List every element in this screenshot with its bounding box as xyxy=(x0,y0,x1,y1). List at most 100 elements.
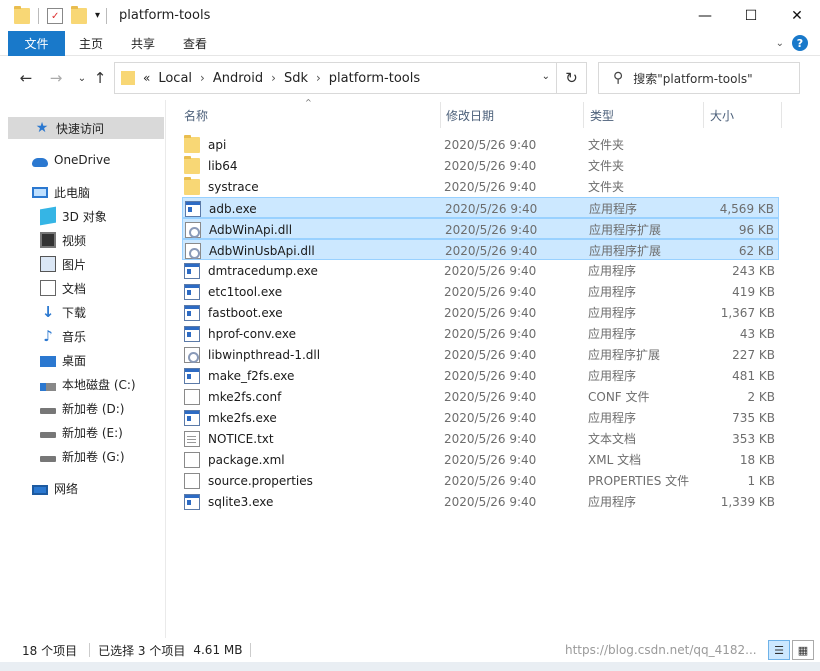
file-name: dmtracedump.exe xyxy=(208,263,318,278)
folder-icon xyxy=(184,134,200,153)
file-type: 应用程序 xyxy=(588,327,637,341)
file-row[interactable]: AdbWinUsbApi.dll 2020/5/26 9:40 应用程序扩展 62 K… xyxy=(182,239,779,260)
file-modified-date: 2020/5/26 9:40 xyxy=(444,179,537,194)
file-row[interactable]: api 2020/5/26 9:40 文件夹 xyxy=(182,134,779,155)
column-divider[interactable] xyxy=(583,102,584,128)
tab-file[interactable]: 文件 xyxy=(8,30,65,56)
file-row[interactable]: etc1tool.exe 2020/5/26 9:40 应用程序 419 KB xyxy=(182,281,779,302)
properties-icon[interactable]: ✓ xyxy=(47,7,63,24)
file-row[interactable]: mke2fs.conf 2020/5/26 9:40 CONF 文件 2 KB xyxy=(182,386,779,407)
sidebar-item-quick-access[interactable]: ★ 快速访问 xyxy=(8,117,164,139)
minimize-button[interactable]: — xyxy=(682,0,728,31)
file-name: mke2fs.exe xyxy=(208,410,277,425)
dll-file-icon xyxy=(184,346,200,363)
file-row[interactable]: lib64 2020/5/26 9:40 文件夹 xyxy=(182,155,779,176)
file-row[interactable]: systrace 2020/5/26 9:40 文件夹 xyxy=(182,176,779,197)
file-name: mke2fs.conf xyxy=(208,389,282,404)
window-controls: — ☐ ✕ xyxy=(682,0,820,31)
sidebar-item-drive-c[interactable]: 本地磁盘 (C:) xyxy=(0,373,164,395)
file-name: lib64 xyxy=(208,158,238,173)
file-row[interactable]: NOTICE.txt 2020/5/26 9:40 文本文档 353 KB xyxy=(182,428,779,449)
file-row[interactable]: source.properties 2020/5/26 9:40 PROPERTIE… xyxy=(182,470,779,491)
forward-button[interactable]: → xyxy=(46,68,66,88)
breadcrumb-overflow[interactable]: « xyxy=(143,71,150,85)
column-divider[interactable] xyxy=(703,102,704,128)
breadcrumb-local[interactable]: Local xyxy=(158,71,192,86)
file-modified-date: 2020/5/26 9:40 xyxy=(445,201,538,216)
file-name-cell: lib64 xyxy=(184,155,238,176)
file-name: make_f2fs.exe xyxy=(208,368,295,383)
file-row[interactable]: dmtracedump.exe 2020/5/26 9:40 应用程序 243 KB xyxy=(182,260,779,281)
breadcrumb-sdk[interactable]: Sdk xyxy=(284,71,308,86)
file-row[interactable]: AdbWinApi.dll 2020/5/26 9:40 应用程序扩展 96 KB xyxy=(182,218,779,239)
file-row[interactable]: sqlite3.exe 2020/5/26 9:40 应用程序 1,339 KB xyxy=(182,491,779,512)
back-button[interactable]: ← xyxy=(16,68,36,88)
sidebar-item-label: 下载 xyxy=(62,305,87,320)
column-divider[interactable] xyxy=(781,102,782,128)
file-size: 18 KB xyxy=(739,452,775,467)
selection-size: 4.61 MB xyxy=(193,643,243,657)
computer-icon xyxy=(32,186,48,198)
refresh-button[interactable]: ↻ xyxy=(557,62,587,94)
file-row[interactable]: libwinpthread-1.dll 2020/5/26 9:40 应用程序扩展 2… xyxy=(182,344,779,365)
column-header-modified[interactable]: 修改日期 xyxy=(446,100,580,130)
file-row[interactable]: make_f2fs.exe 2020/5/26 9:40 应用程序 481 KB xyxy=(182,365,779,386)
breadcrumb-android[interactable]: Android xyxy=(213,71,263,86)
new-folder-icon[interactable] xyxy=(71,5,87,24)
sidebar-item-drive-d[interactable]: 新加卷 (D:) xyxy=(0,397,164,419)
file-row[interactable]: mke2fs.exe 2020/5/26 9:40 应用程序 735 KB xyxy=(182,407,779,428)
chevron-down-icon[interactable]: ⌄ xyxy=(776,38,784,49)
tab-view[interactable]: 查看 xyxy=(169,31,221,56)
up-button[interactable]: ↑ xyxy=(90,68,110,88)
file-name-cell: dmtracedump.exe xyxy=(184,260,318,281)
file-size: 227 KB xyxy=(732,347,775,362)
large-icons-view-button[interactable]: ▦ xyxy=(792,640,814,660)
sidebar-item-label: 新加卷 (D:) xyxy=(62,401,125,416)
sidebar-item-desktop[interactable]: 桌面 xyxy=(0,349,164,371)
sidebar-item-onedrive[interactable]: OneDrive xyxy=(0,149,164,171)
file-row[interactable]: package.xml 2020/5/26 9:40 XML 文档 18 KB xyxy=(182,449,779,470)
file-size: 62 KB xyxy=(738,243,774,258)
sidebar-item-downloads[interactable]: ↓ 下载 xyxy=(0,301,164,323)
column-divider[interactable] xyxy=(440,102,441,128)
sidebar-item-pictures[interactable]: 图片 xyxy=(0,253,164,275)
file-type: 应用程序 xyxy=(588,495,637,509)
file-type: XML 文档 xyxy=(588,453,642,467)
sidebar-item-3d-objects[interactable]: 3D 对象 xyxy=(0,205,164,227)
tab-home[interactable]: 主页 xyxy=(65,31,117,56)
application-icon xyxy=(184,283,200,300)
details-view-button[interactable]: ☰ xyxy=(768,640,790,660)
help-icon[interactable]: ? xyxy=(792,35,808,51)
address-history-dropdown[interactable]: ⌄ xyxy=(542,71,550,82)
address-bar[interactable]: « Local › Android › Sdk › platform-tools… xyxy=(114,62,557,94)
file-row[interactable]: fastboot.exe 2020/5/26 9:40 应用程序 1,367 KB xyxy=(182,302,779,323)
column-header-name[interactable]: 名称 xyxy=(184,100,438,130)
file-row[interactable]: hprof-conv.exe 2020/5/26 9:40 应用程序 43 KB xyxy=(182,323,779,344)
sidebar-item-drive-g[interactable]: 新加卷 (G:) xyxy=(0,445,164,467)
search-box[interactable]: ⚲ 搜索"platform-tools" xyxy=(598,62,800,94)
close-button[interactable]: ✕ xyxy=(774,0,820,31)
search-icon: ⚲ xyxy=(613,70,624,86)
file-row[interactable]: adb.exe 2020/5/26 9:40 应用程序 4,569 KB xyxy=(182,197,779,218)
search-placeholder[interactable]: 搜索"platform-tools" xyxy=(633,70,752,87)
navigation-pane: ★ 快速访问 OneDrive 此电脑 3D 对象 视频 图片 文档 ↓ 下载 … xyxy=(0,100,166,638)
file-name: libwinpthread-1.dll xyxy=(208,347,321,362)
sidebar-item-documents[interactable]: 文档 xyxy=(0,277,164,299)
sidebar-item-videos[interactable]: 视频 xyxy=(0,229,164,251)
sidebar-item-label: OneDrive xyxy=(54,153,111,167)
column-header-type[interactable]: 类型 xyxy=(590,100,700,130)
sidebar-item-music[interactable]: ♪ 音乐 xyxy=(0,325,164,347)
maximize-button[interactable]: ☐ xyxy=(728,0,774,31)
view-switcher: ☰ ▦ xyxy=(768,640,814,660)
file-name-cell: make_f2fs.exe xyxy=(184,365,294,386)
sidebar-item-label: 音乐 xyxy=(62,329,87,344)
sidebar-item-this-pc[interactable]: 此电脑 xyxy=(0,181,164,203)
breadcrumb-platform-tools[interactable]: platform-tools xyxy=(329,71,420,86)
column-header-size[interactable]: 大小 xyxy=(710,100,780,130)
file-type: 应用程序扩展 xyxy=(589,223,662,237)
customize-toolbar-icon[interactable]: ▾ xyxy=(95,10,100,21)
sidebar-item-drive-e[interactable]: 新加卷 (E:) xyxy=(0,421,164,443)
sidebar-item-network[interactable]: 网络 xyxy=(0,477,164,499)
tab-share[interactable]: 共享 xyxy=(117,31,169,56)
recent-locations-dropdown[interactable]: ⌄ xyxy=(72,68,92,88)
